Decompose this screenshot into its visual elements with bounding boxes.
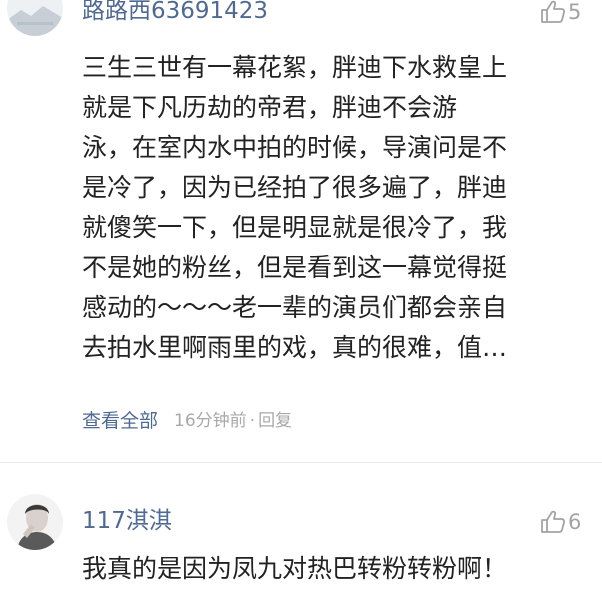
like-count: 6 (568, 510, 582, 534)
avatar[interactable] (7, 0, 63, 36)
comment-text: 我真的是因为凤九对热巴转粉转粉啊！ (82, 549, 582, 589)
like-button[interactable]: 6 (540, 510, 581, 534)
comment-item: 117淇淇 6 我真的是因为凤九对热巴转粉转粉啊！ (0, 463, 602, 585)
like-count: 5 (568, 0, 582, 24)
meta-separator: · (249, 411, 256, 431)
comment-line: 感动的～～～老一辈的演员们都会亲自 (82, 293, 508, 322)
comment-line: 泳，在室内水中拍的时候，导演问是不 (82, 133, 508, 162)
comment-line: 不是她的粉丝，但是看到这一幕觉得挺 (82, 253, 508, 282)
comment-line: 三生三世有一幕花絮，胖迪下水救皇上 (82, 53, 508, 82)
like-button[interactable]: 5 (540, 0, 581, 24)
comment-meta: 查看全部 16分钟前 · 回复 (82, 409, 292, 433)
view-all-link[interactable]: 查看全部 (82, 409, 158, 433)
thumbs-up-icon (540, 0, 566, 24)
reply-button[interactable]: 回复 (258, 409, 292, 433)
comment-item: 路路西63691423 5 三生三世有一幕花絮，胖迪下水救皇上 就是下凡历劫的帝… (0, 0, 602, 460)
timestamp: 16分钟前 (174, 411, 247, 431)
avatar[interactable] (7, 494, 63, 550)
comment-line: 是冷了，因为已经拍了很多遍了，胖迪 (82, 173, 508, 202)
username[interactable]: 117淇淇 (82, 507, 172, 535)
portrait-avatar-image (7, 494, 63, 550)
comment-line: 就是下凡历劫的帝君，胖迪不会游 (82, 93, 458, 122)
landscape-avatar-image (7, 0, 63, 36)
comment-line: 就傻笑一下，但是明显就是很冷了，我 (82, 213, 508, 242)
comment-line: 去拍水里啊雨里的戏，真的很难，值… (82, 333, 508, 362)
comment-line: 我真的是因为凤九对热巴转粉转粉啊！ (82, 554, 508, 583)
thumbs-up-icon (540, 510, 566, 534)
username[interactable]: 路路西63691423 (82, 0, 268, 25)
comment-text: 三生三世有一幕花絮，胖迪下水救皇上 就是下凡历劫的帝君，胖迪不会游 泳，在室内水… (82, 48, 582, 368)
